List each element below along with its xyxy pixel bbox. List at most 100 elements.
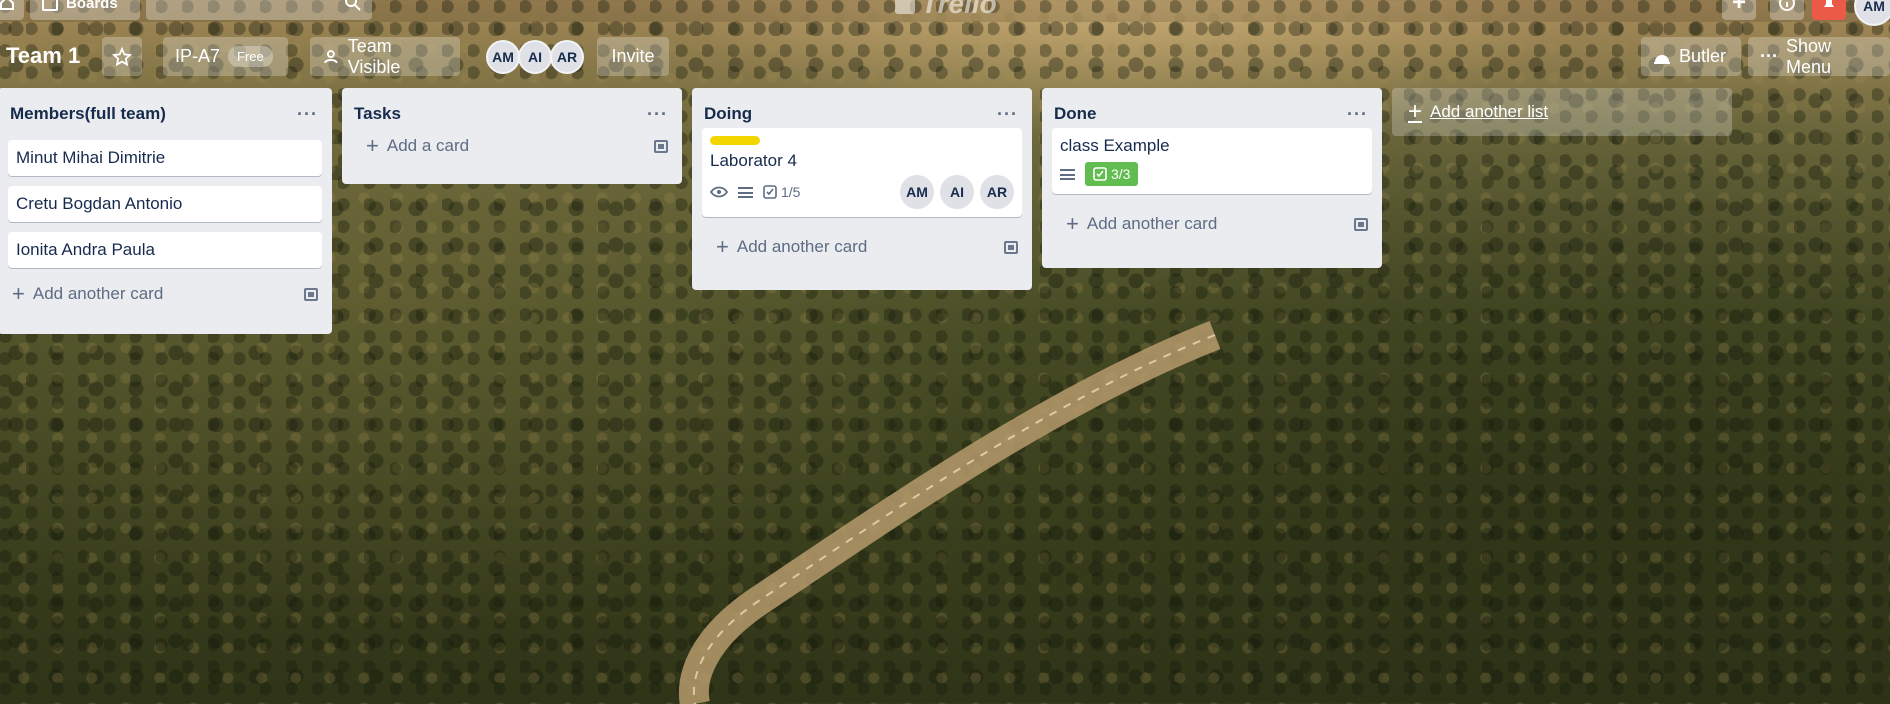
card-members: AM AI AR bbox=[900, 175, 1014, 209]
plus-icon: + bbox=[1066, 211, 1079, 236]
workspace-name: IP-A7 bbox=[175, 46, 221, 66]
add-card-button[interactable]: + Add another card bbox=[12, 281, 163, 307]
list-title[interactable]: Doing bbox=[704, 104, 752, 124]
info-button[interactable] bbox=[1770, 0, 1804, 20]
notifications-button[interactable] bbox=[1812, 0, 1846, 20]
add-card-button[interactable]: + Add a card bbox=[366, 133, 469, 159]
card-title: Cretu Bogdan Antonio bbox=[16, 194, 183, 213]
member-avatar[interactable]: AR bbox=[550, 40, 584, 74]
board-title[interactable]: Team 1 bbox=[6, 43, 80, 69]
list-done: Done ··· class Example 3/3 + Add another … bbox=[1042, 88, 1382, 268]
checkbox-icon bbox=[763, 185, 777, 199]
member-initials: AI bbox=[528, 49, 542, 65]
card[interactable]: class Example 3/3 bbox=[1052, 128, 1372, 194]
card[interactable]: Ionita Andra Paula bbox=[8, 232, 322, 268]
boards-button[interactable]: Boards bbox=[30, 0, 140, 20]
invite-label: Invite bbox=[611, 46, 655, 66]
member-avatar[interactable]: AM bbox=[486, 40, 520, 74]
list-menu-button[interactable]: ··· bbox=[997, 104, 1018, 125]
eye-icon bbox=[710, 186, 728, 198]
checkbox-icon bbox=[1093, 167, 1107, 181]
plus-icon: + bbox=[366, 133, 379, 158]
add-card-label: Add another card bbox=[1086, 214, 1218, 233]
card-template-icon[interactable] bbox=[654, 139, 668, 153]
card[interactable]: Cretu Bogdan Antonio bbox=[8, 186, 322, 222]
card-badges: 3/3 bbox=[1060, 162, 1364, 186]
list-title[interactable]: Tasks bbox=[354, 104, 401, 124]
butler-label: Butler bbox=[1679, 46, 1727, 66]
add-card-row: + Add a card bbox=[342, 126, 682, 166]
add-list-label: Add another list bbox=[1430, 102, 1549, 121]
card-label[interactable] bbox=[710, 136, 760, 145]
card-title: Minut Mihai Dimitrie bbox=[16, 148, 166, 167]
search-icon bbox=[345, 0, 361, 11]
star-board-button[interactable] bbox=[102, 37, 142, 76]
list-title[interactable]: Members(full team) bbox=[10, 104, 166, 124]
star-icon bbox=[112, 46, 132, 66]
add-card-button[interactable]: + Add another card bbox=[716, 234, 867, 260]
card-template-icon[interactable] bbox=[1004, 240, 1018, 254]
invite-button[interactable]: Invite bbox=[597, 37, 669, 76]
card-template-icon[interactable] bbox=[304, 287, 318, 301]
member-initials: AM bbox=[492, 49, 514, 65]
add-card-button[interactable]: + Add another card bbox=[1066, 211, 1217, 237]
checklist-badge: 1/5 bbox=[763, 184, 800, 200]
butler-button[interactable]: Butler bbox=[1641, 37, 1741, 76]
checklist-count: 1/5 bbox=[781, 184, 801, 200]
visibility-button[interactable]: Team Visible bbox=[310, 35, 460, 77]
add-card-label: Add another card bbox=[736, 237, 868, 256]
card-badges: 1/5 AM AI AR bbox=[710, 175, 1014, 209]
card-template-icon[interactable] bbox=[1354, 217, 1368, 231]
add-card-row: + Add another card bbox=[692, 227, 1032, 267]
search-input[interactable] bbox=[146, 0, 372, 20]
card-member-avatar[interactable]: AR bbox=[980, 175, 1014, 209]
show-menu-button[interactable]: ··· Show Menu bbox=[1748, 35, 1890, 77]
plus-icon: + bbox=[12, 281, 25, 306]
user-avatar-initials: AM bbox=[1863, 0, 1885, 14]
member-initials: AR bbox=[556, 49, 578, 65]
list-menu-button[interactable]: ··· bbox=[647, 104, 668, 125]
boards-icon bbox=[42, 0, 58, 11]
home-button[interactable] bbox=[0, 0, 24, 20]
add-card-label: Add another card bbox=[32, 284, 164, 303]
info-icon bbox=[1779, 0, 1795, 11]
card-member-avatar[interactable]: AM bbox=[900, 175, 934, 209]
boards-label: Boards bbox=[66, 0, 118, 12]
list-header: Members(full team) ··· bbox=[0, 88, 332, 140]
free-badge: Free bbox=[228, 46, 273, 67]
create-button[interactable]: + bbox=[1722, 0, 1756, 20]
add-list-button[interactable]: + Add another list bbox=[1392, 88, 1732, 136]
member-avatar[interactable]: AI bbox=[518, 40, 552, 74]
logo-text: Trello bbox=[921, 0, 997, 19]
card-title: Ionita Andra Paula bbox=[16, 240, 155, 259]
checklist-count: 3/3 bbox=[1111, 166, 1131, 182]
description-icon bbox=[1060, 168, 1075, 180]
checklist-badge: 3/3 bbox=[1085, 162, 1139, 186]
add-card-row: + Add another card bbox=[1042, 204, 1382, 244]
list-menu-button[interactable]: ··· bbox=[1347, 104, 1368, 125]
workspace-button[interactable]: IP-A7 Free bbox=[163, 37, 288, 76]
show-menu-label: Show Menu bbox=[1785, 35, 1832, 77]
plus-icon: + bbox=[716, 234, 729, 259]
list-title[interactable]: Done bbox=[1054, 104, 1097, 124]
card[interactable]: Minut Mihai Dimitrie bbox=[8, 140, 322, 176]
card[interactable]: Laborator 4 1/5 AM AI AR bbox=[702, 128, 1022, 217]
list-menu-button[interactable]: ··· bbox=[297, 104, 318, 125]
bell-icon bbox=[1824, 0, 1834, 7]
description-icon bbox=[738, 186, 753, 198]
card-title: class Example bbox=[1060, 136, 1170, 155]
butler-icon bbox=[1654, 54, 1670, 64]
trello-logo[interactable]: Trello bbox=[895, 0, 997, 20]
board-members: AM AI AR bbox=[486, 40, 584, 74]
card-member-avatar[interactable]: AI bbox=[940, 175, 974, 209]
member-initials: AI bbox=[950, 184, 964, 200]
trello-logo-icon bbox=[895, 0, 915, 14]
add-card-row: + Add another card bbox=[0, 274, 332, 314]
home-icon bbox=[0, 0, 14, 10]
add-card-label: Add a card bbox=[386, 136, 470, 155]
list-tasks: Tasks ··· + Add a card bbox=[342, 88, 682, 184]
list-members: Members(full team) ··· Minut Mihai Dimit… bbox=[0, 88, 332, 334]
user-avatar[interactable]: AM bbox=[1854, 0, 1890, 26]
top-navigation-bar: Boards Trello + AM bbox=[0, 0, 1890, 26]
visibility-label: Team Visible bbox=[347, 35, 401, 77]
